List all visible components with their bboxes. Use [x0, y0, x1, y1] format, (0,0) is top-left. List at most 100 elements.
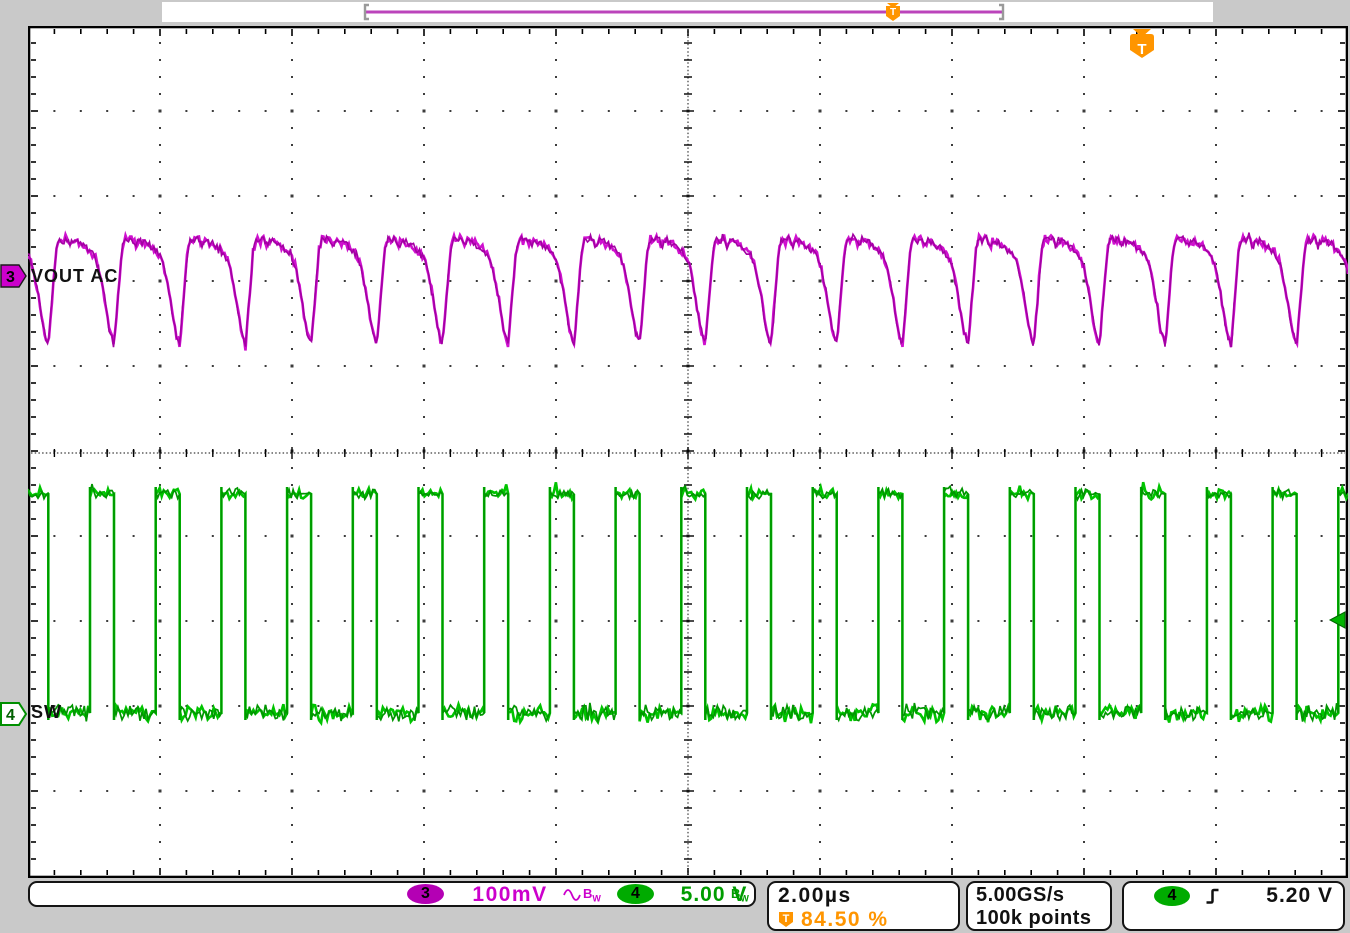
- grid-dot: [1083, 331, 1085, 333]
- grid-dot: [951, 382, 953, 384]
- grid-dot: [185, 110, 187, 112]
- acquisition-readout-box[interactable]: 5.00GS/s 100k points: [966, 881, 1112, 931]
- grid-dot: [317, 790, 319, 792]
- grid-dot: [1083, 161, 1085, 163]
- grid-dot: [713, 535, 715, 537]
- grid-dot: [555, 858, 557, 860]
- grid-dot: [423, 161, 425, 163]
- grid-dot: [133, 110, 135, 112]
- grid-dot: [423, 365, 426, 368]
- grid-dot: [423, 59, 425, 61]
- grid-dot: [819, 144, 821, 146]
- grid-dot: [476, 790, 478, 792]
- grid-dot: [502, 110, 504, 112]
- grid-dot: [819, 756, 821, 758]
- grid-dot: [1215, 518, 1217, 520]
- grid-dot: [951, 348, 953, 350]
- grid-dot: [951, 586, 953, 588]
- grid-dot: [423, 688, 425, 690]
- grid-dot: [1162, 365, 1164, 367]
- grid-dot: [159, 654, 161, 656]
- grid-dot: [1109, 280, 1111, 282]
- grid-dot: [1215, 93, 1217, 95]
- grid-dot: [291, 603, 293, 605]
- grid-dot: [1162, 110, 1164, 112]
- grid-dot: [1030, 535, 1032, 537]
- grid-dot: [1083, 399, 1085, 401]
- grid-dot: [1083, 569, 1085, 571]
- grid-dot: [212, 620, 214, 622]
- grid-dot: [502, 280, 504, 282]
- grid-dot: [291, 110, 294, 113]
- grid-dot: [1109, 790, 1111, 792]
- grid-dot: [951, 637, 953, 639]
- grid-dot: [159, 297, 161, 299]
- grid-dot: [106, 365, 108, 367]
- grid-dot: [951, 841, 953, 843]
- grid-dot: [529, 365, 531, 367]
- grid-dot: [1215, 586, 1217, 588]
- grid-dot: [581, 280, 583, 282]
- grid-dot: [529, 110, 531, 112]
- grid-dot: [106, 110, 108, 112]
- channel-3-badge[interactable]: 3: [0, 263, 28, 289]
- ch4-readout-badge[interactable]: 4: [617, 884, 654, 904]
- grid-dot: [555, 603, 557, 605]
- grid-dot: [291, 654, 293, 656]
- grid-dot: [555, 467, 557, 469]
- zoom-window-indicator: T: [162, 2, 1213, 22]
- grid-dot: [370, 110, 372, 112]
- graticule: T: [28, 26, 1348, 878]
- grid-dot: [159, 93, 161, 95]
- grid-dot: [423, 42, 425, 44]
- grid-dot: [819, 773, 821, 775]
- grid-dot: [819, 637, 821, 639]
- grid-dot: [423, 212, 425, 214]
- grid-dot: [634, 365, 636, 367]
- grid-dot: [80, 620, 82, 622]
- grid-dot: [106, 790, 108, 792]
- trigger-position-marker-top[interactable]: T: [886, 3, 900, 21]
- horizontal-readout-box[interactable]: 2.00µs T 84.50 %: [767, 881, 960, 931]
- grid-dot: [344, 280, 346, 282]
- grid-dot: [1057, 110, 1059, 112]
- grid-dot: [925, 280, 927, 282]
- grid-dot: [1083, 756, 1085, 758]
- grid-dot: [423, 807, 425, 809]
- ch3-readout-badge[interactable]: 3: [407, 884, 444, 904]
- grid-dot: [1083, 144, 1085, 146]
- grid-dot: [80, 365, 82, 367]
- ch3-scale-readout[interactable]: 100mV: [460, 883, 560, 907]
- grid-dot: [951, 688, 953, 690]
- grid-dot: [291, 535, 294, 538]
- grid-dot: [159, 569, 161, 571]
- grid-dot: [502, 790, 504, 792]
- grid-dot: [423, 331, 425, 333]
- channel-4-badge[interactable]: 4: [0, 701, 28, 727]
- grid-dot: [1321, 790, 1323, 792]
- grid-dot: [819, 314, 821, 316]
- grid-dot: [1083, 841, 1085, 843]
- trigger-readout-box[interactable]: 4 5.20 V: [1122, 881, 1345, 931]
- grid-dot: [159, 144, 161, 146]
- grid-dot: [951, 484, 953, 486]
- grid-dot: [291, 552, 293, 554]
- grid-dot: [819, 212, 821, 214]
- trigger-position-marker[interactable]: T: [1130, 29, 1154, 58]
- grid-dot: [555, 212, 557, 214]
- grid-dot: [819, 433, 821, 435]
- grid-dot: [370, 790, 372, 792]
- grid-dot: [819, 620, 822, 623]
- grid-dot: [423, 382, 425, 384]
- grid-dot: [1136, 790, 1138, 792]
- grid-dot: [344, 535, 346, 537]
- grid-dot: [133, 280, 135, 282]
- grid-dot: [344, 790, 346, 792]
- trigger-badge-letter: T: [783, 913, 790, 925]
- grid-dot: [1057, 365, 1059, 367]
- grid-dot: [291, 467, 293, 469]
- grid-dot: [423, 637, 425, 639]
- grid-dot: [555, 688, 557, 690]
- grid-dot: [291, 518, 293, 520]
- grid-dot: [159, 195, 162, 198]
